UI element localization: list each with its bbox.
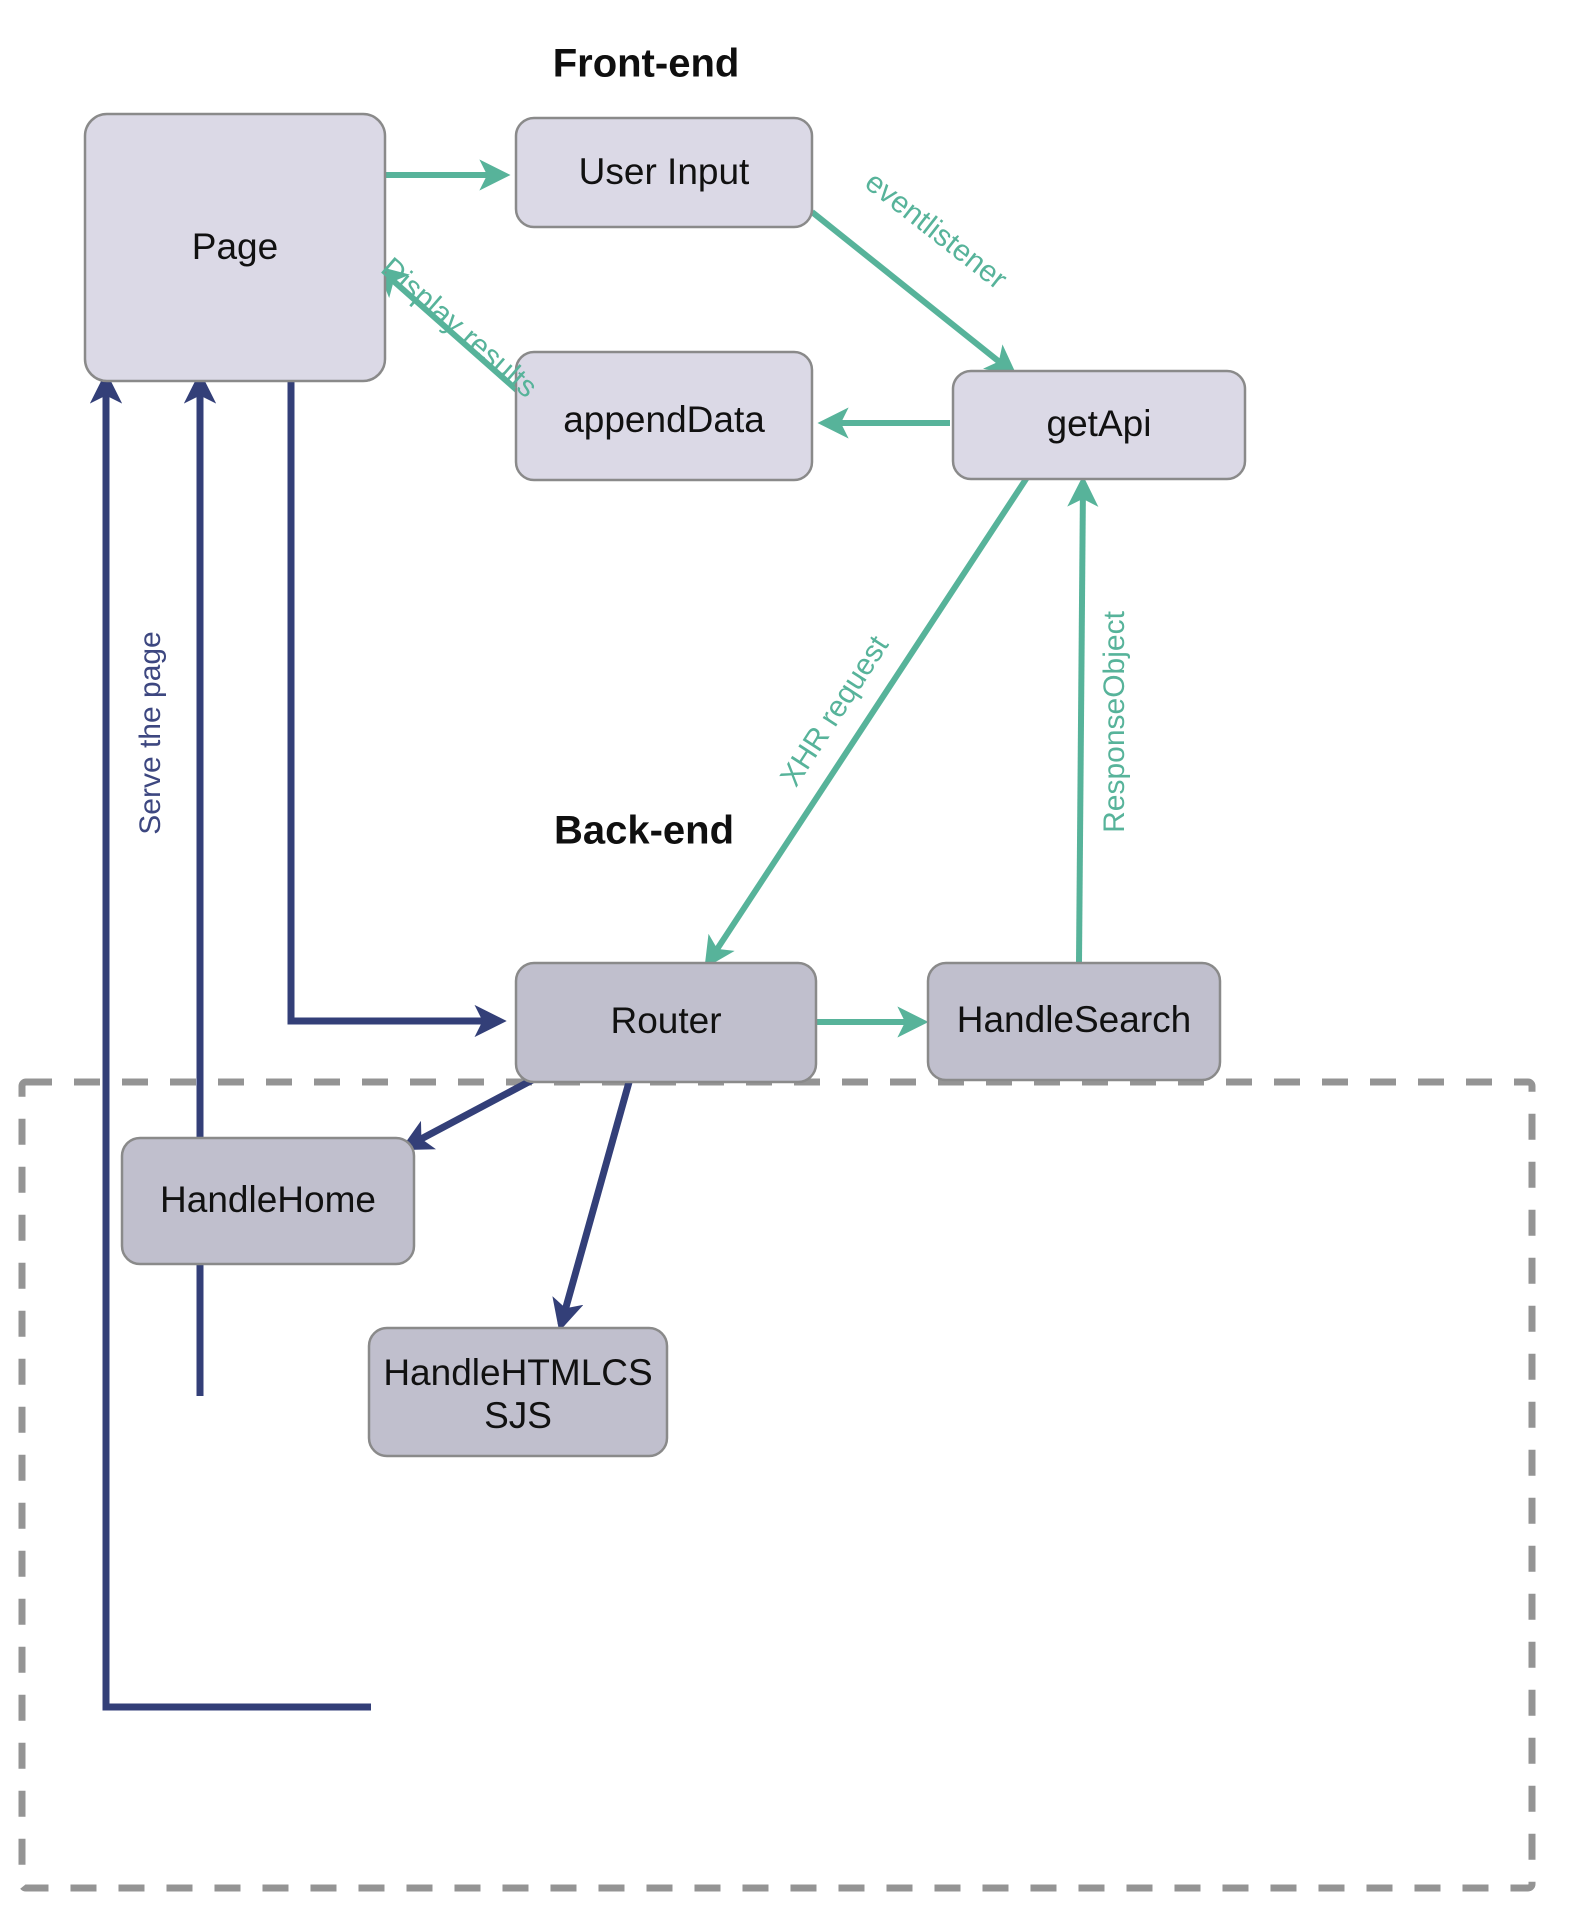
node-handle-home[interactable]: HandleHome <box>120 1136 416 1266</box>
edge-label-eventlistener: eventlistener <box>859 165 1013 296</box>
edge-label-serve-the-page-group: Serve the page <box>134 631 167 834</box>
edge-label-display-results-group: Display results <box>375 251 544 404</box>
node-append-data[interactable]: appendData <box>514 350 814 482</box>
node-handle-home-label: HandleHome <box>160 1179 376 1220</box>
node-handle-static-label-line2: SJS <box>484 1395 552 1436</box>
node-get-api[interactable]: getApi <box>951 369 1247 481</box>
node-router-label: Router <box>610 1000 721 1041</box>
edge-router-to-handlestatic <box>552 1074 635 1332</box>
edge-getapi-to-router <box>704 474 1031 969</box>
node-handle-search-label: HandleSearch <box>957 999 1191 1040</box>
edge-handlestatic-to-page <box>89 371 371 1711</box>
edge-label-display-results: Display results <box>375 251 544 404</box>
edge-userinput-to-getapi <box>810 209 1018 377</box>
architecture-diagram: Front-end Back-end Page User Input appen… <box>18 42 1536 1892</box>
node-user-input-label: User Input <box>579 151 750 192</box>
node-handle-search[interactable]: HandleSearch <box>926 961 1222 1082</box>
node-user-input[interactable]: User Input <box>514 116 814 229</box>
node-page-label: Page <box>192 226 278 267</box>
frontend-section-title: Front-end <box>553 42 740 86</box>
edge-page-to-router <box>287 381 507 1038</box>
edge-handlesearch-to-getapi <box>1067 475 1099 963</box>
node-page[interactable]: Page <box>83 112 387 383</box>
edge-label-eventlistener-group: eventlistener <box>859 165 1013 296</box>
diagram-canvas: Front-end Back-end Page User Input appen… <box>0 0 1578 1926</box>
backend-section-title: Back-end <box>554 809 734 853</box>
node-handle-static[interactable]: HandleHTMLCS SJS <box>367 1326 669 1458</box>
edge-label-serve-the-page: Serve the page <box>134 631 167 834</box>
edge-router-to-handlehome <box>400 1074 538 1151</box>
node-handle-static-label-line1: HandleHTMLCS <box>383 1352 652 1393</box>
edge-label-response-object-group: ResponseObject <box>1098 610 1131 832</box>
node-get-api-label: getApi <box>1047 403 1152 444</box>
edge-label-response-object: ResponseObject <box>1098 610 1131 832</box>
node-router[interactable]: Router <box>514 961 818 1084</box>
node-append-data-label: appendData <box>563 399 765 440</box>
